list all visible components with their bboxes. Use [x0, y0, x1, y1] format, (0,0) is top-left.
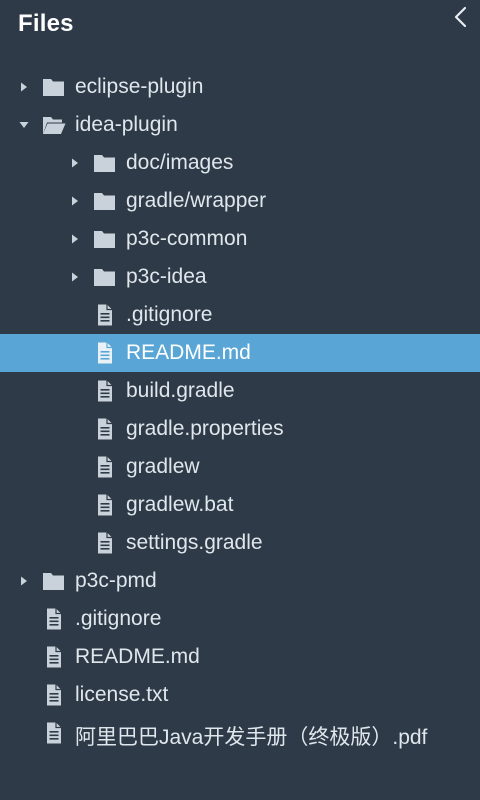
file-icon [42, 684, 66, 706]
caret-right-icon[interactable] [68, 270, 82, 284]
file-icon [42, 608, 66, 630]
file-icon [93, 456, 117, 478]
tree-item-label: README.md [75, 645, 200, 668]
folder-icon [42, 570, 66, 592]
file-icon [42, 646, 66, 668]
tree-file-row[interactable]: .gitignore [0, 296, 480, 334]
tree-file-row[interactable]: README.md [0, 638, 480, 676]
tree-folder-row[interactable]: idea-plugin [0, 106, 480, 144]
tree-item-label: .gitignore [75, 607, 162, 630]
folder-icon [93, 190, 117, 212]
caret-right-icon[interactable] [68, 156, 82, 170]
tree-item-label: p3c-idea [126, 265, 207, 288]
file-tree: eclipse-plugin idea-plugin doc/images gradl… [0, 68, 480, 752]
tree-file-row[interactable]: gradle.properties [0, 410, 480, 448]
folder-icon [93, 266, 117, 288]
file-icon [93, 494, 117, 516]
tree-file-row[interactable]: gradlew.bat [0, 486, 480, 524]
file-icon [93, 342, 117, 364]
tree-folder-row[interactable]: gradle/wrapper [0, 182, 480, 220]
tree-item-label: doc/images [126, 151, 234, 174]
file-icon [42, 722, 66, 744]
tree-item-label: license.txt [75, 683, 169, 706]
caret-down-icon[interactable] [17, 118, 31, 132]
tree-item-label: idea-plugin [75, 113, 178, 136]
tree-item-label: p3c-common [126, 227, 248, 250]
tree-item-label: settings.gradle [126, 531, 263, 554]
file-icon [93, 380, 117, 402]
folder-open-icon [42, 114, 66, 136]
tree-folder-row[interactable]: p3c-common [0, 220, 480, 258]
chevron-left-icon[interactable] [450, 4, 472, 32]
tree-file-row[interactable]: gradlew [0, 448, 480, 486]
tree-item-label: gradle.properties [126, 417, 284, 440]
folder-icon [93, 152, 117, 174]
tree-item-label: p3c-pmd [75, 569, 157, 592]
folder-icon [93, 228, 117, 250]
caret-right-icon[interactable] [17, 80, 31, 94]
tree-item-label: gradle/wrapper [126, 189, 267, 212]
tree-file-row[interactable]: README.md [0, 334, 480, 372]
folder-icon [42, 76, 66, 98]
tree-item-label: eclipse-plugin [75, 75, 204, 98]
caret-right-icon[interactable] [68, 194, 82, 208]
panel-title: Files [18, 10, 74, 37]
tree-folder-row[interactable]: doc/images [0, 144, 480, 182]
tree-folder-row[interactable]: p3c-pmd [0, 562, 480, 600]
tree-item-label: .gitignore [126, 303, 213, 326]
tree-item-label: build.gradle [126, 379, 235, 402]
tree-item-label: 阿里巴巴Java开发手册（终极版）.pdf [75, 726, 428, 749]
file-icon [93, 418, 117, 440]
caret-right-icon[interactable] [68, 232, 82, 246]
tree-file-row[interactable]: settings.gradle [0, 524, 480, 562]
tree-file-row[interactable]: build.gradle [0, 372, 480, 410]
file-icon [93, 304, 117, 326]
tree-file-row[interactable]: .gitignore [0, 600, 480, 638]
tree-item-label: README.md [126, 341, 251, 364]
tree-file-row[interactable]: license.txt [0, 676, 480, 714]
caret-right-icon[interactable] [17, 574, 31, 588]
tree-item-label: gradlew [126, 455, 200, 478]
tree-item-label: gradlew.bat [126, 493, 234, 516]
files-panel: Files eclipse-plugin idea-plugin doc/image… [0, 0, 480, 800]
tree-folder-row[interactable]: eclipse-plugin [0, 68, 480, 106]
tree-folder-row[interactable]: p3c-idea [0, 258, 480, 296]
tree-file-row[interactable]: 阿里巴巴Java开发手册（终极版）.pdf [0, 714, 480, 752]
panel-header: Files [0, 0, 480, 50]
file-icon [93, 532, 117, 554]
